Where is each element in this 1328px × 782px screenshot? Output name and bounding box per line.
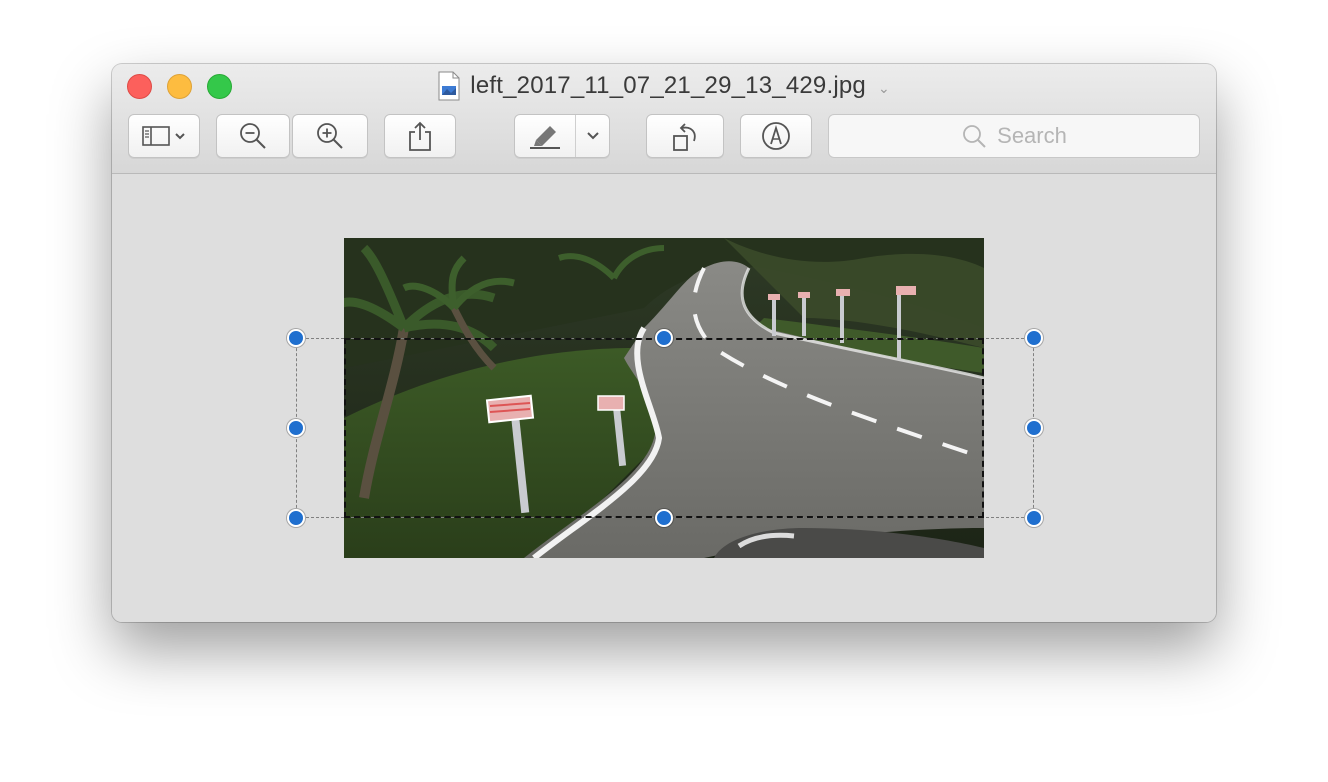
window-title-area[interactable]: left_2017_11_07_21_29_13_429.jpg ⌄ bbox=[112, 70, 1216, 102]
chevron-down-icon[interactable]: ⌄ bbox=[878, 80, 890, 97]
markup-toolbar-button[interactable] bbox=[514, 114, 610, 158]
search-icon bbox=[963, 125, 986, 148]
selection-handle-top-right[interactable] bbox=[1025, 329, 1043, 347]
chevron-down-icon bbox=[586, 132, 599, 140]
selection-handle-bottom-right[interactable] bbox=[1025, 509, 1043, 527]
share-button[interactable] bbox=[384, 114, 456, 158]
highlighter-icon bbox=[530, 126, 560, 149]
markup-button[interactable] bbox=[740, 114, 812, 158]
document-canvas bbox=[112, 174, 1216, 622]
sidebar-toggle-button[interactable] bbox=[128, 114, 200, 158]
jpeg-file-icon bbox=[438, 71, 460, 101]
titlebar: left_2017_11_07_21_29_13_429.jpg ⌄ Searc… bbox=[112, 64, 1216, 174]
selection-handle-bottom[interactable] bbox=[655, 509, 673, 527]
selection-marquee[interactable] bbox=[344, 338, 984, 518]
preview-window: left_2017_11_07_21_29_13_429.jpg ⌄ Searc… bbox=[112, 64, 1216, 622]
search-placeholder: Search bbox=[997, 123, 1067, 148]
markup-pen-icon bbox=[762, 122, 790, 150]
highlighter-button[interactable] bbox=[515, 122, 575, 150]
rotate-left-icon bbox=[673, 123, 696, 151]
sidebar-icon bbox=[142, 126, 185, 146]
selection-handle-top[interactable] bbox=[655, 329, 673, 347]
selection-handle-bottom-left[interactable] bbox=[287, 509, 305, 527]
zoom-in-button[interactable] bbox=[292, 114, 368, 158]
selection-handle-top-left[interactable] bbox=[287, 329, 305, 347]
zoom-out-button[interactable] bbox=[216, 114, 290, 158]
selection-handle-right[interactable] bbox=[1025, 419, 1043, 437]
zoom-in-icon bbox=[317, 123, 343, 149]
rotate-button[interactable] bbox=[646, 114, 724, 158]
share-icon bbox=[409, 121, 431, 151]
window-title: left_2017_11_07_21_29_13_429.jpg bbox=[470, 72, 866, 99]
markup-options-dropdown[interactable] bbox=[576, 130, 609, 142]
search-input[interactable]: Search bbox=[828, 114, 1200, 158]
selection-handle-left[interactable] bbox=[287, 419, 305, 437]
zoom-out-icon bbox=[240, 123, 266, 149]
